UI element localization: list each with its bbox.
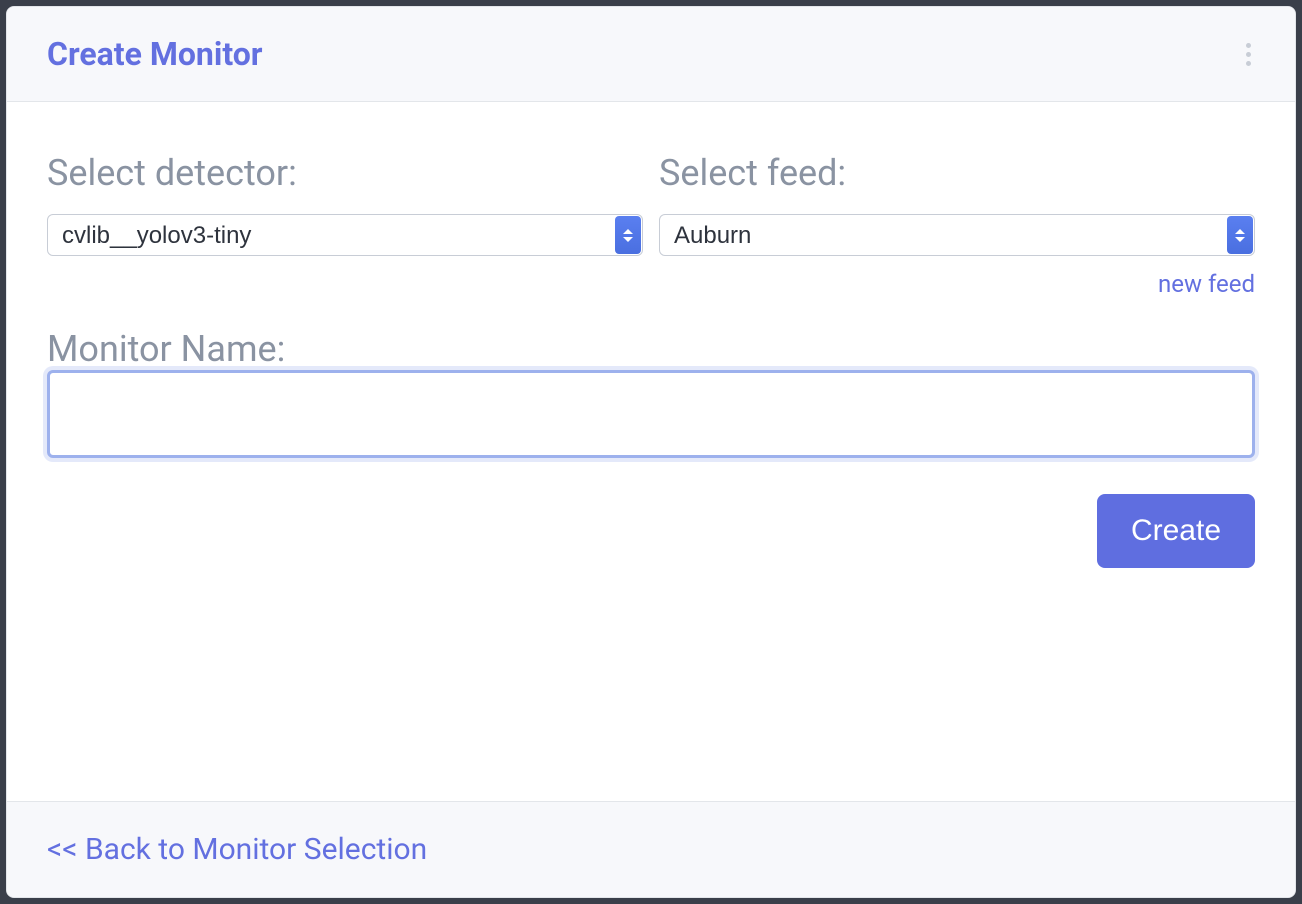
detector-col: Select detector: cvlib__yolov3-tiny bbox=[47, 152, 643, 298]
monitor-name-label: Monitor Name: bbox=[47, 328, 285, 370]
new-feed-link[interactable]: new feed bbox=[659, 270, 1255, 298]
back-link[interactable]: << Back to Monitor Selection bbox=[47, 832, 427, 867]
monitor-name-section: Monitor Name: bbox=[47, 328, 1255, 458]
create-monitor-card: Create Monitor Select detector: cvlib__y… bbox=[6, 6, 1296, 898]
monitor-name-input[interactable] bbox=[47, 370, 1255, 458]
detector-select-wrapper: cvlib__yolov3-tiny bbox=[47, 214, 643, 256]
form-row-selects: Select detector: cvlib__yolov3-tiny Sele… bbox=[47, 152, 1255, 298]
feed-label: Select feed: bbox=[659, 152, 1255, 194]
create-button[interactable]: Create bbox=[1097, 494, 1255, 568]
detector-label: Select detector: bbox=[47, 152, 643, 194]
feed-col: Select feed: Auburn new feed bbox=[659, 152, 1255, 298]
card-header: Create Monitor bbox=[7, 7, 1295, 102]
card-body: Select detector: cvlib__yolov3-tiny Sele… bbox=[7, 102, 1295, 801]
feed-select[interactable]: Auburn bbox=[659, 214, 1255, 256]
create-button-row: Create bbox=[47, 494, 1255, 568]
kebab-menu-icon[interactable] bbox=[1242, 39, 1255, 70]
feed-select-wrapper: Auburn bbox=[659, 214, 1255, 256]
detector-select[interactable]: cvlib__yolov3-tiny bbox=[47, 214, 643, 256]
card-title: Create Monitor bbox=[47, 35, 263, 73]
card-footer: << Back to Monitor Selection bbox=[7, 801, 1295, 897]
